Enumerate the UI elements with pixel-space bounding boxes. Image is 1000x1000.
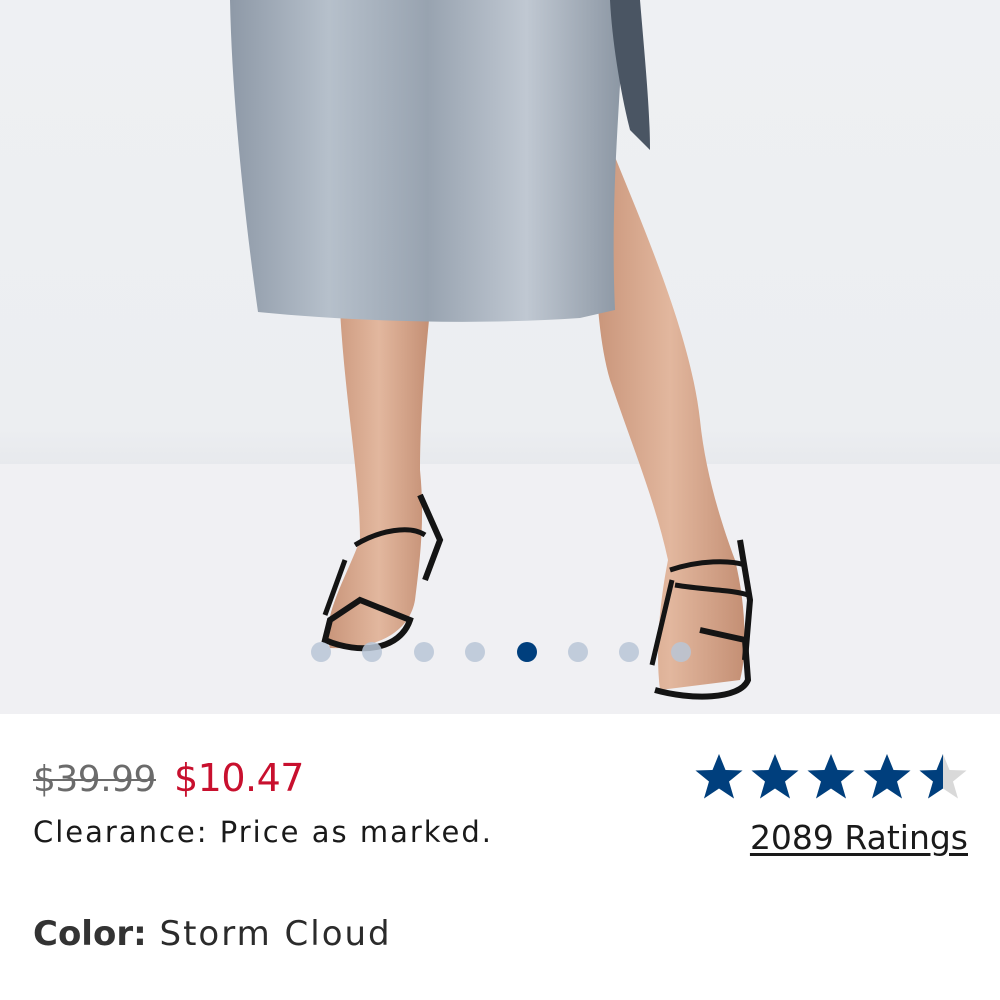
star-icon (751, 754, 799, 799)
star-icon (695, 754, 743, 799)
star-icon (807, 754, 855, 799)
product-photo (0, 0, 1000, 714)
rating-summary: 2089 Ratings (668, 752, 968, 857)
carousel-dot[interactable] (311, 642, 331, 662)
color-value: Storm Cloud (159, 914, 392, 954)
sale-price: $10.47 (173, 756, 304, 800)
carousel-dots (0, 642, 1000, 662)
carousel-dot[interactable] (671, 642, 691, 662)
carousel-dot[interactable] (465, 642, 485, 662)
carousel-dot[interactable] (414, 642, 434, 662)
ratings-count-link[interactable]: 2089 Ratings (750, 818, 968, 857)
carousel-dot[interactable] (517, 642, 537, 662)
star-icon (863, 754, 911, 799)
original-price: $39.99 (33, 759, 156, 800)
star-rating[interactable] (694, 752, 968, 802)
color-label: Color: (33, 914, 147, 954)
carousel-dot[interactable] (619, 642, 639, 662)
clearance-note: Clearance: Price as marked. (33, 815, 493, 849)
price-row: $39.99 $10.47 (33, 756, 304, 806)
carousel-dot[interactable] (568, 642, 588, 662)
product-image-carousel[interactable] (0, 0, 1000, 714)
color-selection: Color: Storm Cloud (33, 914, 392, 954)
carousel-dot[interactable] (362, 642, 382, 662)
star-icon (919, 754, 967, 799)
